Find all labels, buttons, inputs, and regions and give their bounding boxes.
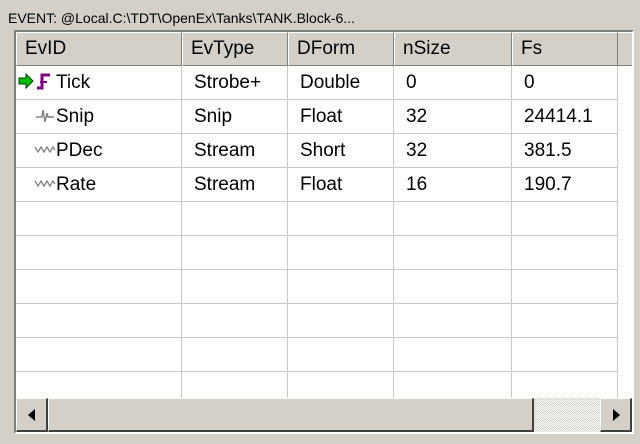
empty-cell [182, 338, 288, 372]
scroll-right-button[interactable] [600, 398, 632, 432]
column-header-evtype[interactable]: EvType [182, 32, 288, 66]
arrow-right-icon [613, 409, 620, 421]
empty-cell [394, 202, 512, 236]
cell-fs: 24414.1 [512, 100, 618, 134]
empty-cell [288, 270, 394, 304]
empty-cell [288, 202, 394, 236]
empty-cell [512, 338, 618, 372]
column-header-dform[interactable]: DForm [288, 32, 394, 66]
scroll-left-button[interactable] [16, 398, 48, 432]
snip-icon [34, 105, 56, 125]
empty-cell [394, 270, 512, 304]
evid-label: Snip [56, 106, 95, 127]
empty-table-row [16, 270, 632, 304]
empty-cell [182, 270, 288, 304]
empty-cell [182, 202, 288, 236]
cell-evtype: Strobe+ [182, 66, 288, 100]
cell-fs: 0 [512, 66, 618, 100]
scroll-thumb[interactable] [48, 398, 534, 432]
cell-evtype: Stream [182, 134, 288, 168]
empty-cell [16, 202, 182, 236]
column-header-fs[interactable]: Fs [512, 32, 618, 66]
cell-evtype: Stream [182, 168, 288, 202]
empty-cell [182, 236, 288, 270]
event-panel-title: EVENT: @Local.C:\TDT\OpenEx\Tanks\TANK.B… [8, 10, 355, 26]
cell-evid: PDec [16, 134, 182, 168]
empty-table-row [16, 338, 632, 372]
empty-table-row [16, 202, 632, 236]
empty-cell [512, 202, 618, 236]
scroll-track[interactable] [48, 398, 600, 432]
empty-table-row [16, 304, 632, 338]
cell-fs: 190.7 [512, 168, 618, 202]
table-row[interactable]: PDec Stream Short 32 381.5 [16, 134, 632, 168]
strobe-icon [34, 71, 56, 91]
cell-dform: Float [288, 168, 394, 202]
empty-cell [512, 304, 618, 338]
stream-icon [34, 139, 56, 159]
table-row[interactable]: Rate Stream Float 16 190.7 [16, 168, 632, 202]
empty-cell [394, 304, 512, 338]
empty-cell [16, 270, 182, 304]
cell-nsize: 32 [394, 100, 512, 134]
empty-cell [394, 236, 512, 270]
cell-evid: Rate [16, 168, 182, 202]
cell-dform: Float [288, 100, 394, 134]
empty-cell [512, 236, 618, 270]
cell-dform: Short [288, 134, 394, 168]
column-header-evid[interactable]: EvID [16, 32, 182, 66]
evid-label: PDec [56, 140, 103, 161]
table-row[interactable]: Tick Strobe+ Double 0 0 [16, 66, 632, 100]
empty-cell [288, 338, 394, 372]
event-list-panel: EvID EvType DForm nSize Fs Tick Strobe+ Do… [14, 30, 634, 434]
empty-cell [394, 338, 512, 372]
cell-fs: 381.5 [512, 134, 618, 168]
table-row[interactable]: Snip Snip Float 32 24414.1 [16, 100, 632, 134]
empty-cell [288, 236, 394, 270]
empty-cell [288, 304, 394, 338]
horizontal-scrollbar[interactable] [16, 398, 632, 432]
empty-table-row [16, 236, 632, 270]
cell-nsize: 16 [394, 168, 512, 202]
column-header-nsize[interactable]: nSize [394, 32, 512, 66]
evid-label: Rate [56, 174, 97, 195]
current-row-arrow-icon [18, 69, 34, 90]
cell-nsize: 32 [394, 134, 512, 168]
cell-evid: Snip [16, 100, 182, 134]
cell-evid: Tick [16, 66, 182, 100]
cell-evtype: Snip [182, 100, 288, 134]
cell-nsize: 0 [394, 66, 512, 100]
evid-label: Tick [56, 72, 91, 93]
column-header-filler [618, 32, 632, 66]
empty-cell [16, 304, 182, 338]
arrow-left-icon [28, 409, 35, 421]
empty-cell [512, 270, 618, 304]
empty-cell [182, 304, 288, 338]
empty-cell [16, 236, 182, 270]
stream-icon [34, 173, 56, 193]
empty-cell [16, 338, 182, 372]
event-grid: EvID EvType DForm nSize Fs Tick Strobe+ Do… [16, 32, 632, 406]
cell-dform: Double [288, 66, 394, 100]
